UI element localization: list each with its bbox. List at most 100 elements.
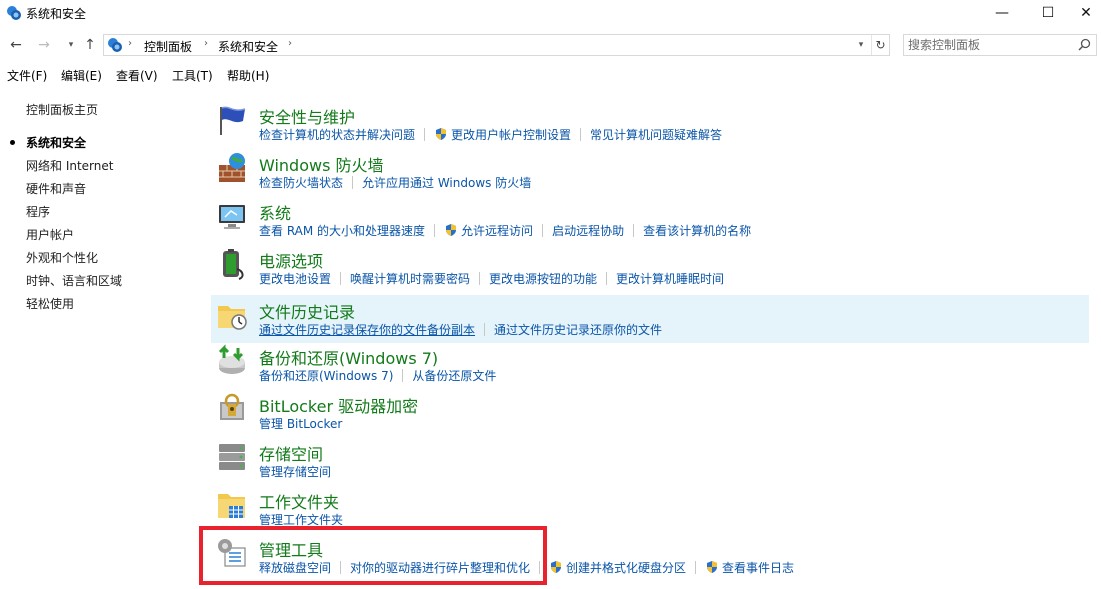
sidebar-item-ease-of-access[interactable]: 轻松使用 xyxy=(26,295,74,312)
admin-tools-icon[interactable] xyxy=(215,536,249,570)
category-title[interactable]: 备份和还原(Windows 7) xyxy=(259,345,438,369)
sidebar-item-system-security[interactable]: 系统和安全 xyxy=(26,134,86,151)
task-link-label: 唤醒计算机时需要密码 xyxy=(350,271,471,286)
link-divider xyxy=(340,271,342,285)
sidebar-home-link[interactable]: 控制面板主页 xyxy=(26,101,98,118)
task-link[interactable]: 查看 RAM 的大小和处理器速度 xyxy=(259,222,425,239)
backup-icon[interactable] xyxy=(215,344,249,378)
category-title[interactable]: Windows 防火墙 xyxy=(259,152,384,176)
task-link-label: 释放磁盘空间 xyxy=(259,560,332,575)
bitlocker-icon[interactable] xyxy=(215,392,249,426)
category-title[interactable]: 工作文件夹 xyxy=(259,489,339,513)
category-title[interactable]: 文件历史记录 xyxy=(259,299,355,323)
back-arrow-icon[interactable]: ← xyxy=(7,36,25,54)
minimize-button[interactable]: — xyxy=(979,0,1025,26)
category-links: 管理工作文件夹 xyxy=(259,511,343,527)
category-title[interactable]: BitLocker 驱动器加密 xyxy=(259,393,418,417)
recent-locations-chevron-icon[interactable]: ▾ xyxy=(62,36,80,54)
task-link-label: 更改电源按钮的功能 xyxy=(489,271,598,286)
address-dropdown-icon[interactable]: ▾ xyxy=(853,37,869,53)
category-title[interactable]: 安全性与维护 xyxy=(259,104,355,128)
task-link[interactable]: 管理存储空间 xyxy=(259,463,331,480)
task-link[interactable]: 查看该计算机的名称 xyxy=(643,222,751,239)
category-power-options: 电源选项 更改电池设置 唤醒计算机时需要密码 更改电源按钮的功能 更改计算机睡眠时间 xyxy=(211,244,1089,292)
breadcrumb-chevron-icon[interactable]: › xyxy=(128,38,132,49)
task-link[interactable]: 检查计算机的状态并解决问题 xyxy=(259,126,415,143)
category-links: 检查计算机的状态并解决问题 更改用户帐户控制设置 常见计算机问题疑难解答 xyxy=(259,126,722,142)
menu-edit[interactable]: 编辑(E) xyxy=(61,67,102,84)
category-title[interactable]: 存储空间 xyxy=(259,441,323,465)
menu-file[interactable]: 文件(F) xyxy=(7,67,47,84)
task-link[interactable]: 释放磁盘空间 xyxy=(259,559,331,576)
up-arrow-icon[interactable]: ↑ xyxy=(81,36,99,54)
task-link[interactable]: 允许应用通过 Windows 防火墙 xyxy=(362,174,531,191)
sidebar-item-appearance[interactable]: 外观和个性化 xyxy=(26,249,98,266)
task-link-label: 对你的驱动器进行碎片整理和优化 xyxy=(350,560,531,575)
link-divider xyxy=(542,223,544,237)
task-link-label: 常见计算机问题疑难解答 xyxy=(590,127,723,142)
category-links: 管理存储空间 xyxy=(259,463,331,479)
task-link[interactable]: 更改电池设置 xyxy=(259,270,331,287)
menu-tools[interactable]: 工具(T) xyxy=(172,67,213,84)
task-link-label: 查看事件日志 xyxy=(722,560,795,575)
task-link[interactable]: 管理 BitLocker xyxy=(259,415,342,432)
breadcrumb-chevron-icon[interactable]: › xyxy=(204,38,208,49)
category-title[interactable]: 系统 xyxy=(259,200,291,224)
category-security-maintenance: 安全性与维护 检查计算机的状态并解决问题 更改用户帐户控制设置 常见计算机问题疑难解答 xyxy=(211,100,1089,148)
task-link[interactable]: 检查防火墙状态 xyxy=(259,174,343,191)
task-link[interactable]: 启动远程协助 xyxy=(552,222,624,239)
flag-icon[interactable] xyxy=(215,103,249,137)
sidebar-item-network[interactable]: 网络和 Internet xyxy=(26,157,113,174)
menu-bar: 文件(F) 编辑(E) 查看(V) 工具(T) 帮助(H) xyxy=(0,64,1101,84)
link-divider xyxy=(340,560,342,574)
file-history-icon[interactable] xyxy=(215,298,249,332)
task-link[interactable]: 管理工作文件夹 xyxy=(259,511,343,528)
computer-icon[interactable] xyxy=(215,199,249,233)
category-title[interactable]: 电源选项 xyxy=(259,248,323,272)
task-link[interactable]: 唤醒计算机时需要密码 xyxy=(350,270,470,287)
link-divider xyxy=(539,560,541,574)
category-links: 管理 BitLocker xyxy=(259,415,342,431)
search-box[interactable] xyxy=(903,34,1097,56)
task-link-label: 管理 BitLocker xyxy=(259,416,343,431)
link-divider xyxy=(580,127,582,141)
task-link[interactable]: 创建并格式化硬盘分区 xyxy=(549,559,686,576)
task-link[interactable]: 通过文件历史记录还原你的文件 xyxy=(494,321,662,338)
search-icon[interactable] xyxy=(1078,38,1091,51)
refresh-icon[interactable]: ↻ xyxy=(871,35,889,55)
task-link-label: 更改电池设置 xyxy=(259,271,332,286)
task-link[interactable]: 更改用户帐户控制设置 xyxy=(434,126,571,143)
task-link[interactable]: 对你的驱动器进行碎片整理和优化 xyxy=(350,559,530,576)
battery-icon[interactable] xyxy=(215,247,249,281)
breadcrumb-control-panel[interactable]: 控制面板 xyxy=(144,38,192,55)
close-button[interactable]: ✕ xyxy=(1071,0,1101,26)
address-bar[interactable]: › 控制面板 › 系统和安全 › ▾ ↻ xyxy=(103,34,890,56)
task-link[interactable]: 常见计算机问题疑难解答 xyxy=(590,126,722,143)
search-input[interactable] xyxy=(908,36,1076,54)
category-title[interactable]: 管理工具 xyxy=(259,537,323,561)
sidebar-item-programs[interactable]: 程序 xyxy=(26,203,50,220)
task-link[interactable]: 允许远程访问 xyxy=(444,222,533,239)
storage-icon[interactable] xyxy=(215,440,249,474)
firewall-icon[interactable] xyxy=(215,151,249,185)
task-link[interactable]: 通过文件历史记录保存你的文件备份副本 xyxy=(259,321,475,338)
task-link[interactable]: 查看事件日志 xyxy=(705,559,794,576)
task-link-label: 允许应用通过 Windows 防火墙 xyxy=(362,175,532,190)
breadcrumb-chevron-icon[interactable]: › xyxy=(288,38,292,49)
control-panel-icon xyxy=(7,6,21,20)
menu-view[interactable]: 查看(V) xyxy=(116,67,158,84)
task-link[interactable]: 备份和还原(Windows 7) xyxy=(259,367,393,384)
control-panel-icon xyxy=(108,38,122,52)
work-folders-icon[interactable] xyxy=(215,488,249,522)
maximize-button[interactable]: ☐ xyxy=(1025,0,1071,26)
breadcrumb-system-security[interactable]: 系统和安全 xyxy=(218,38,278,55)
task-link[interactable]: 从备份还原文件 xyxy=(412,367,496,384)
sidebar-item-user-accounts[interactable]: 用户帐户 xyxy=(26,226,74,243)
task-link[interactable]: 更改电源按钮的功能 xyxy=(489,270,597,287)
category-windows-firewall: Windows 防火墙 检查防火墙状态 允许应用通过 Windows 防火墙 xyxy=(211,148,1089,196)
menu-help[interactable]: 帮助(H) xyxy=(227,67,269,84)
task-link[interactable]: 更改计算机睡眠时间 xyxy=(616,270,724,287)
sidebar-item-hardware-sound[interactable]: 硬件和声音 xyxy=(26,180,86,197)
sidebar-item-clock-language[interactable]: 时钟、语言和区域 xyxy=(26,272,122,289)
forward-arrow-icon[interactable]: → xyxy=(35,36,53,54)
